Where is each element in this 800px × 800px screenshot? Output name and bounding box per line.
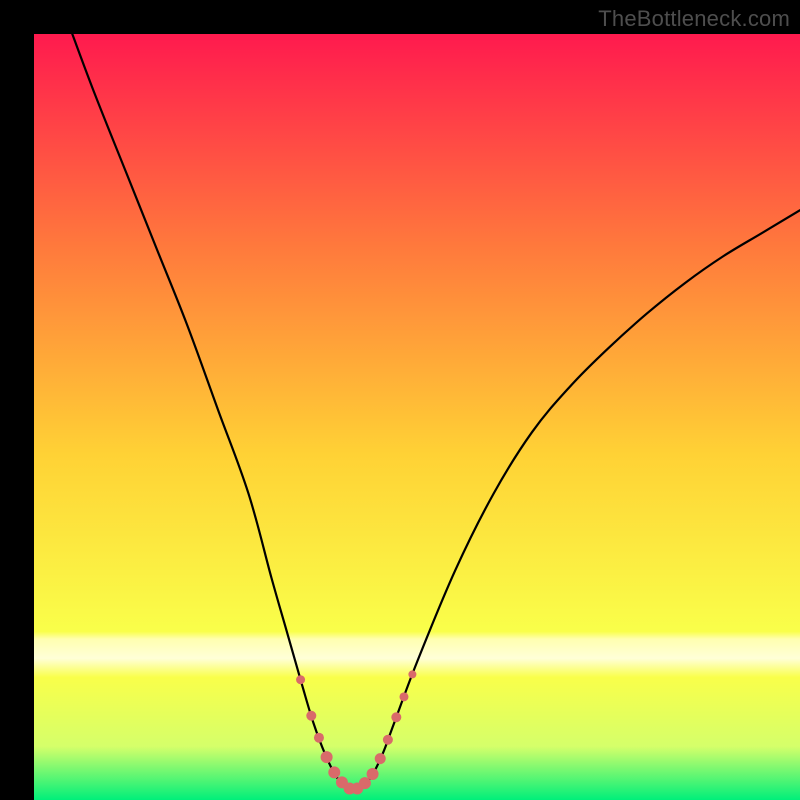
watermark-label: TheBottleneck.com — [598, 6, 790, 32]
highlight-dot — [375, 753, 386, 764]
chart-container: TheBottleneck.com — [0, 0, 800, 800]
highlight-dot — [328, 766, 340, 778]
highlight-dot — [408, 670, 416, 678]
highlight-dot — [321, 751, 333, 763]
highlight-dot — [367, 768, 379, 780]
bottleneck-chart — [0, 0, 800, 800]
highlight-dot — [383, 735, 393, 745]
highlight-dot — [391, 712, 401, 722]
highlight-dot — [296, 675, 305, 684]
highlight-dot — [314, 733, 324, 743]
highlight-dot — [399, 692, 408, 701]
plot-background — [34, 34, 800, 800]
highlight-dot — [359, 777, 371, 789]
highlight-dot — [306, 711, 316, 721]
